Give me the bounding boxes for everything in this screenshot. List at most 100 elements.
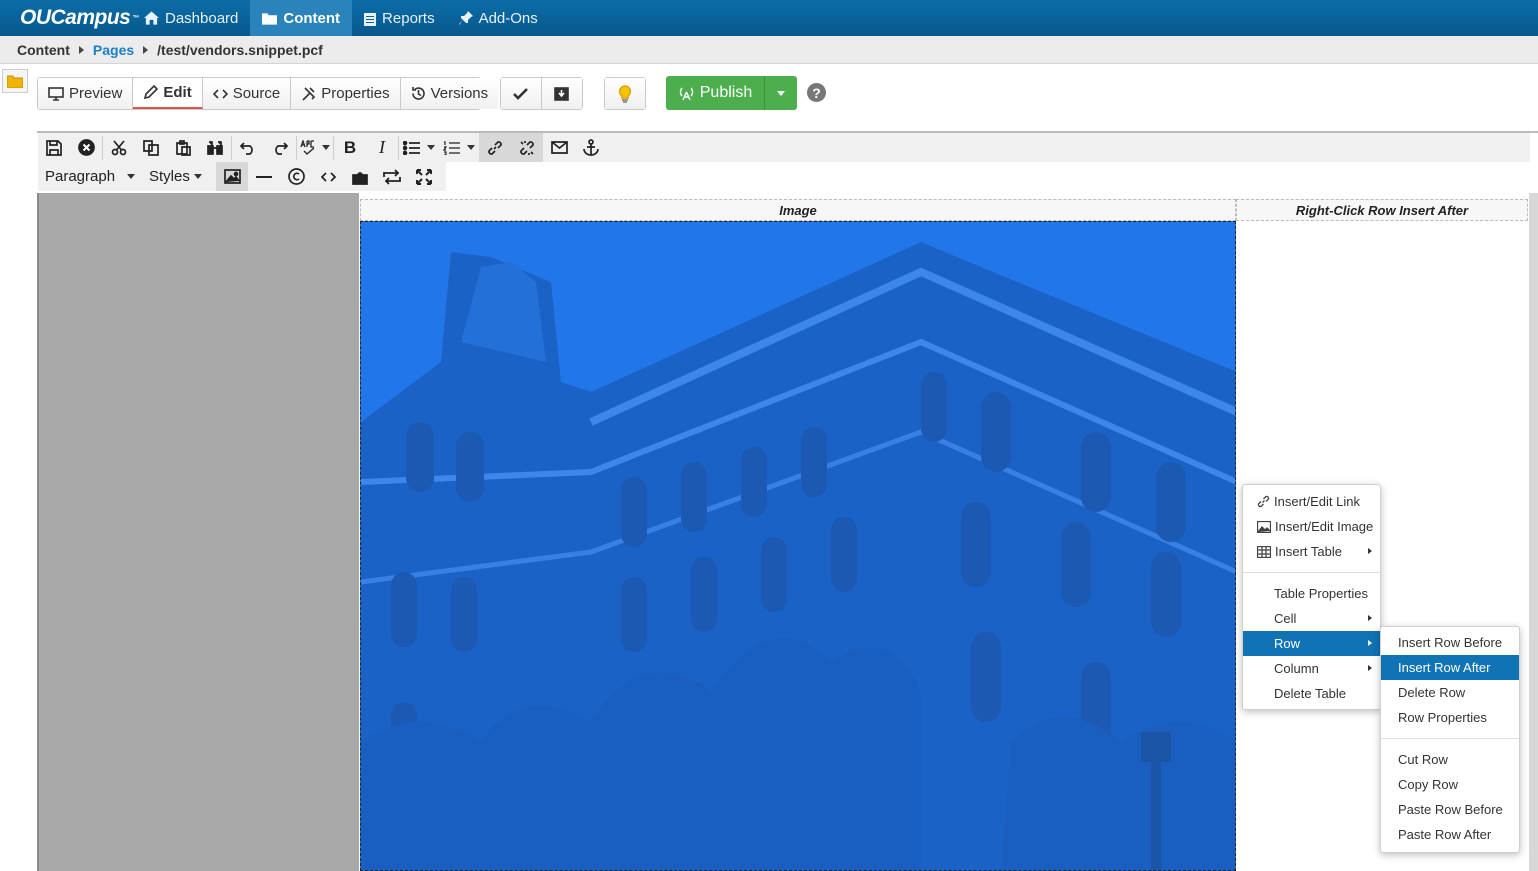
table-header-image[interactable]: Image bbox=[360, 199, 1236, 221]
close-icon[interactable] bbox=[70, 133, 102, 162]
numbered-list-icon[interactable] bbox=[439, 133, 479, 162]
menu-table-properties[interactable]: Table Properties bbox=[1243, 581, 1380, 606]
edit-button[interactable]: Edit bbox=[133, 78, 203, 109]
bold-icon[interactable]: B bbox=[334, 133, 366, 162]
table-header-right[interactable]: Right-Click Row Insert After bbox=[1236, 199, 1528, 221]
logo-text: OUCampus bbox=[20, 6, 131, 29]
italic-icon[interactable]: I bbox=[366, 133, 398, 162]
history-icon bbox=[411, 87, 425, 100]
gadgets-button[interactable] bbox=[605, 78, 645, 109]
find-replace-icon[interactable] bbox=[199, 133, 231, 162]
menu-cell[interactable]: Cell bbox=[1243, 606, 1380, 631]
nav-content[interactable]: Content bbox=[250, 0, 353, 36]
save-version-button[interactable] bbox=[541, 78, 582, 109]
editor-side-area bbox=[37, 193, 359, 871]
pencil-icon bbox=[144, 85, 159, 100]
building-photo-illustration bbox=[361, 222, 1235, 870]
source-label: Source bbox=[232, 85, 281, 102]
menu-insert-edit-image[interactable]: Insert/Edit Image bbox=[1243, 514, 1380, 539]
menu-paste-row-after[interactable]: Paste Row After bbox=[1381, 822, 1519, 847]
nav-reports[interactable]: Reports bbox=[352, 0, 447, 36]
caret-down-icon bbox=[427, 145, 435, 150]
menu-row-properties[interactable]: Row Properties bbox=[1381, 705, 1519, 730]
file-navigation-toggle[interactable] bbox=[2, 69, 28, 93]
building-image[interactable] bbox=[360, 221, 1236, 871]
publish-button[interactable]: Publish bbox=[666, 76, 765, 110]
nav-add-ons[interactable]: Add-Ons bbox=[447, 0, 550, 36]
anchor-icon[interactable] bbox=[575, 133, 607, 162]
paste-icon[interactable] bbox=[167, 133, 199, 162]
menu-cut-row-label: Cut Row bbox=[1398, 752, 1448, 767]
menu-column-label: Column bbox=[1274, 661, 1319, 676]
menu-delete-table-label: Delete Table bbox=[1274, 686, 1347, 701]
submenu-arrow-icon bbox=[1368, 640, 1372, 646]
source-button[interactable]: Source bbox=[202, 78, 292, 109]
checkmark-icon bbox=[513, 87, 529, 100]
insert-image-icon[interactable] bbox=[216, 162, 248, 191]
fullscreen-icon[interactable] bbox=[408, 162, 440, 191]
breadcrumb-file: /test/vendors.snippet.pcf bbox=[157, 41, 323, 58]
cut-icon[interactable] bbox=[103, 133, 135, 162]
link-icon[interactable] bbox=[479, 133, 511, 162]
properties-label: Properties bbox=[321, 85, 390, 102]
menu-copy-row[interactable]: Copy Row bbox=[1381, 772, 1519, 797]
unlink-icon[interactable] bbox=[511, 133, 543, 162]
help-icon[interactable]: ? bbox=[807, 83, 826, 102]
tools-icon bbox=[302, 87, 316, 101]
image-icon bbox=[1257, 520, 1271, 533]
menu-delete-row[interactable]: Delete Row bbox=[1381, 680, 1519, 705]
breadcrumb-separator-icon bbox=[78, 45, 84, 54]
preview-button[interactable]: Preview bbox=[38, 78, 134, 109]
email-icon[interactable] bbox=[543, 133, 575, 162]
menu-cut-row[interactable]: Cut Row bbox=[1381, 747, 1519, 772]
snippet-puzzle-icon[interactable] bbox=[344, 162, 376, 191]
monitor-icon bbox=[48, 86, 64, 101]
menu-row[interactable]: Row bbox=[1243, 631, 1380, 656]
undo-icon[interactable] bbox=[232, 133, 264, 162]
menu-insert-table[interactable]: Insert Table bbox=[1243, 539, 1380, 564]
copy-icon[interactable] bbox=[135, 133, 167, 162]
nav-dashboard-label: Dashboard bbox=[165, 9, 239, 27]
breadcrumb-content[interactable]: Content bbox=[17, 42, 70, 58]
nav-dashboard[interactable]: Dashboard bbox=[132, 0, 250, 36]
menu-copy-row-label: Copy Row bbox=[1398, 777, 1458, 792]
oucampus-logo[interactable]: OUCampus ™ bbox=[0, 0, 139, 36]
format-select-value: Paragraph bbox=[45, 168, 116, 185]
code-icon[interactable] bbox=[312, 162, 344, 191]
breadcrumb-pages[interactable]: Pages bbox=[93, 42, 134, 58]
menu-insert-edit-link[interactable]: Insert/Edit Link bbox=[1243, 489, 1380, 514]
menu-insert-row-before[interactable]: Insert Row Before bbox=[1381, 630, 1519, 655]
link-icon bbox=[1257, 495, 1270, 508]
menu-insert-row-after[interactable]: Insert Row After bbox=[1381, 655, 1519, 680]
versions-button[interactable]: Versions bbox=[400, 78, 499, 109]
spellcheck-icon[interactable] bbox=[297, 133, 333, 162]
horizontal-rule-icon[interactable] bbox=[248, 162, 280, 191]
publish-label: Publish bbox=[699, 84, 753, 101]
menu-paste-row-after-label: Paste Row After bbox=[1398, 827, 1492, 842]
check-in-button[interactable] bbox=[501, 78, 542, 109]
breadcrumb: Content Pages /test/vendors.snippet.pcf bbox=[0, 36, 1538, 64]
caret-down-icon bbox=[193, 174, 202, 179]
menu-paste-row-before[interactable]: Paste Row Before bbox=[1381, 797, 1519, 822]
submenu-arrow-icon bbox=[1368, 665, 1372, 671]
menu-divider bbox=[1243, 572, 1380, 573]
home-icon bbox=[144, 11, 159, 25]
caret-down-icon bbox=[127, 174, 135, 179]
menu-delete-table[interactable]: Delete Table bbox=[1243, 681, 1380, 706]
breadcrumb-separator-icon bbox=[143, 45, 149, 54]
pushpin-icon bbox=[458, 11, 473, 25]
properties-button[interactable]: Properties bbox=[291, 78, 401, 109]
redo-icon[interactable] bbox=[264, 133, 296, 162]
archive-icon bbox=[554, 86, 570, 101]
menu-column[interactable]: Column bbox=[1243, 656, 1380, 681]
nav-reports-label: Reports bbox=[382, 9, 435, 27]
special-character-icon[interactable] bbox=[280, 162, 312, 191]
menu-insert-edit-image-label: Insert/Edit Image bbox=[1275, 519, 1374, 534]
save-icon[interactable] bbox=[38, 133, 70, 162]
nav-content-label: Content bbox=[283, 9, 341, 27]
swap-icon[interactable] bbox=[376, 162, 408, 191]
styles-select[interactable]: Styles bbox=[142, 162, 216, 191]
format-select[interactable]: Paragraph bbox=[38, 162, 142, 191]
bullet-list-icon[interactable] bbox=[399, 133, 439, 162]
publish-dropdown-toggle[interactable] bbox=[765, 76, 797, 110]
